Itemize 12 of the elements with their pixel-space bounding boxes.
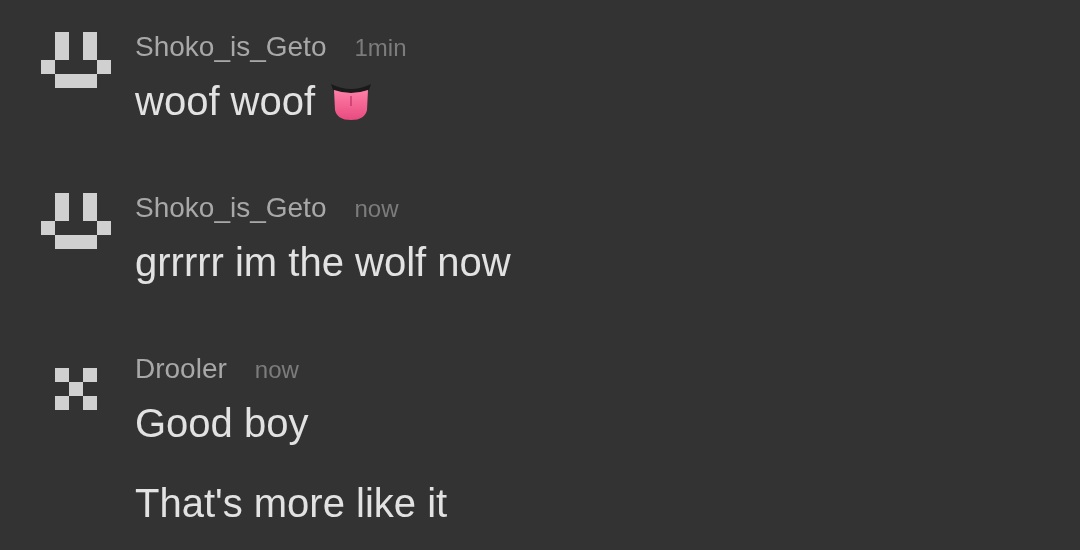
message-text: woof woof: [135, 78, 316, 124]
timestamp: 1min: [354, 34, 407, 62]
message-text: Good boy: [135, 400, 309, 446]
username: Shoko_is_Geto: [135, 193, 327, 223]
message-text: That's more like it: [135, 480, 448, 526]
timestamp: now: [354, 195, 399, 223]
avatar-icon: [41, 193, 111, 249]
username: Drooler: [135, 354, 227, 384]
message-text: grrrrr im the wolf now: [135, 239, 511, 285]
timestamp: now: [254, 356, 299, 384]
username: Shoko_is_Geto: [135, 32, 327, 62]
avatar-icon: [41, 32, 111, 88]
